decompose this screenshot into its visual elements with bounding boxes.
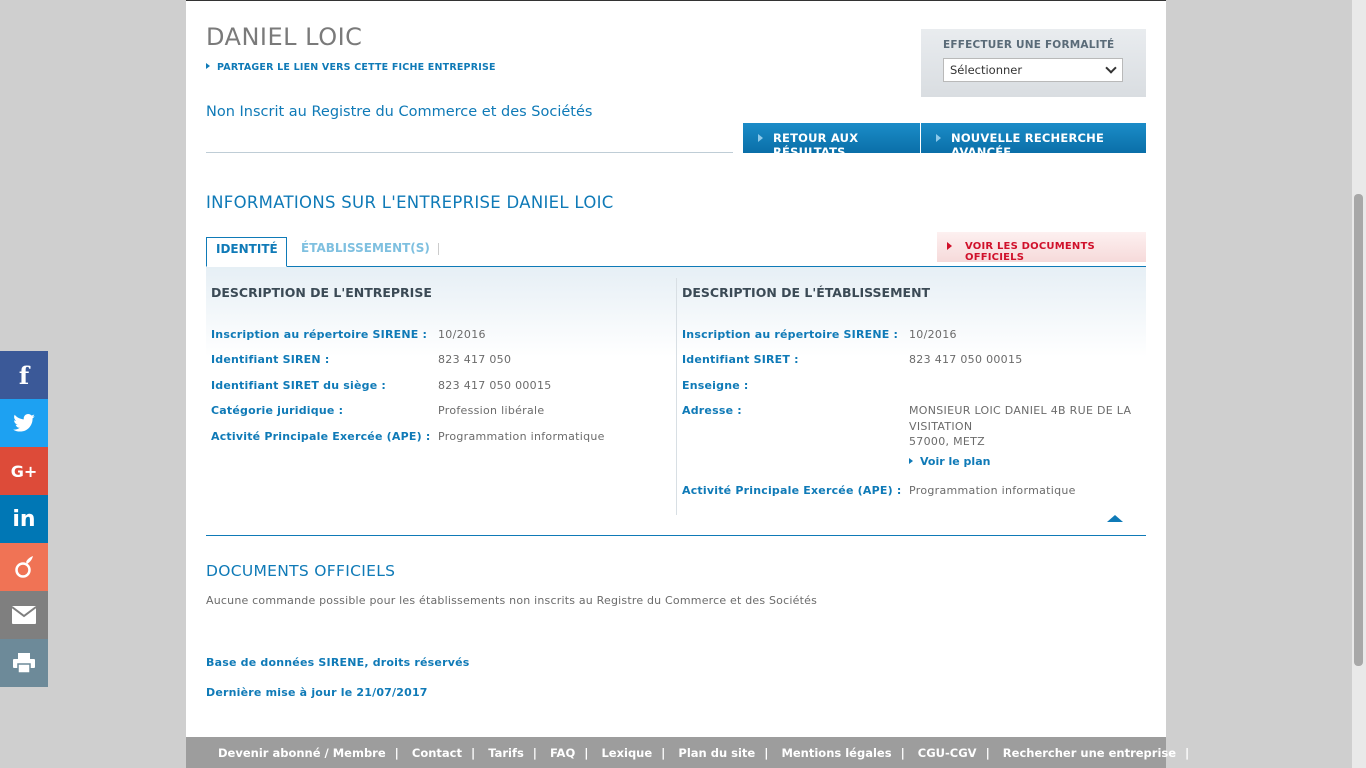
twitter-share-button[interactable] [0,399,48,447]
entreprise-label-categorie: Catégorie juridique : [211,404,344,417]
entreprise-label-sirene: Inscription au répertoire SIRENE : [211,328,428,341]
print-button[interactable] [0,639,48,687]
share-link-label: PARTAGER LE LIEN VERS CETTE FICHE ENTREP… [217,62,496,73]
facebook-share-button[interactable]: f [0,351,48,399]
tabs-divider [206,266,1146,267]
footer-link-rechercher[interactable]: Rechercher une entreprise [1003,746,1176,760]
arrow-right-icon [758,134,763,142]
email-share-button[interactable] [0,591,48,639]
section-divider [206,535,1146,536]
footer-separator: | [532,746,537,760]
footer-link-cgu[interactable]: CGU-CGV [918,746,977,760]
google-plus-icon: G+ [10,461,38,481]
share-link[interactable]: PARTAGER LE LIEN VERS CETTE FICHE ENTREP… [206,62,496,73]
column-divider [676,278,677,515]
scroll-to-top-icon[interactable] [1107,515,1123,522]
footer-link-faq[interactable]: FAQ [550,746,575,760]
section-title: INFORMATIONS SUR L'ENTREPRISE DANIEL LOI… [206,193,614,212]
etab-label-sirene: Inscription au répertoire SIRENE : [682,328,899,341]
formalite-select-value: Sélectionner [950,63,1023,77]
footer-link-contact[interactable]: Contact [412,746,462,760]
formalite-select[interactable]: Sélectionner [943,58,1123,82]
view-map-link[interactable]: Voir le plan [909,455,990,468]
documents-title: DOCUMENTS OFFICIELS [206,562,396,580]
etab-label-ape: Activité Principale Exercée (APE) : [682,484,902,497]
entreprise-value-siren: 823 417 050 [438,353,512,366]
view-map-label: Voir le plan [920,455,991,468]
google-plus-share-button[interactable]: G+ [0,447,48,495]
footer-link-tarifs[interactable]: Tarifs [488,746,524,760]
footer-link-plan[interactable]: Plan du site [678,746,755,760]
arrow-right-icon [947,242,952,250]
arrow-right-icon [206,63,210,69]
entreprise-value-ape: Programmation informatique [438,430,605,443]
company-name: DANIEL LOIC [206,23,363,51]
entreprise-value-siret-siege: 823 417 050 00015 [438,379,552,392]
tab-etablissements[interactable]: ÉTABLISSEMENT(S) [301,241,430,255]
footer-separator: | [1185,746,1190,760]
entreprise-label-siren: Identifiant SIREN : [211,353,330,366]
footer-separator: | [764,746,769,760]
footer-links: Devenir abonné / Membre | Contact | Tarifs… [186,737,1189,768]
entreprise-label-ape: Activité Principale Exercée (APE) : [211,430,431,443]
facebook-icon: f [18,360,30,390]
twitter-icon [13,414,35,432]
main-page: DANIEL LOIC PARTAGER LE LIEN VERS CETTE … [186,0,1166,768]
vertical-scrollbar[interactable] [1352,0,1366,768]
scrollbar-thumb[interactable] [1354,194,1363,666]
etab-value-sirene: 10/2016 [909,328,957,341]
tab-identite[interactable]: IDENTITÉ [206,237,287,267]
footer-separator: | [985,746,990,760]
chevron-down-icon [1105,62,1117,74]
new-search-button-label: NOUVELLE RECHERCHE AVANCÉE [951,131,1105,159]
entreprise-label-siret-siege: Identifiant SIRET du siège : [211,379,386,392]
last-update: Dernière mise à jour le 21/07/2017 [206,686,428,699]
documents-button-label: VOIR LES DOCUMENTS OFFICIELS [965,241,1095,263]
etab-value-adresse-3: 57000, METZ [909,435,985,448]
email-icon [12,606,36,624]
entreprise-value-sirene: 10/2016 [438,328,486,341]
footer-separator: | [661,746,666,760]
footer-separator: | [470,746,476,760]
etab-label-enseigne: Enseigne : [682,379,749,392]
view-official-documents-button[interactable]: VOIR LES DOCUMENTS OFFICIELS [937,232,1146,263]
divider [206,152,733,153]
tab-separator [438,243,439,255]
footer-separator: | [584,746,589,760]
arrow-right-icon [936,134,941,142]
etab-value-ape: Programmation informatique [909,484,1076,497]
entreprise-value-categorie: Profession libérale [438,404,545,417]
etab-label-adresse: Adresse : [682,404,742,417]
footer-link-mentions[interactable]: Mentions légales [781,746,891,760]
new-advanced-search-button[interactable]: NOUVELLE RECHERCHE AVANCÉE [921,123,1146,159]
etab-value-adresse-2: VISITATION [909,420,973,433]
print-icon [13,653,35,673]
footer-separator: | [394,746,399,760]
linkedin-share-button[interactable]: in [0,495,48,543]
database-source: Base de données SIRENE, droits réservés [206,656,470,669]
entreprise-title: DESCRIPTION DE L'ENTREPRISE [211,285,432,300]
linkedin-icon: in [12,506,36,532]
back-to-results-button[interactable]: RETOUR AUX RÉSULTATS [743,123,920,159]
arrow-right-icon [909,458,913,464]
formalite-panel: EFFECTUER UNE FORMALITÉ Sélectionner [921,29,1146,97]
back-button-label: RETOUR AUX RÉSULTATS [773,131,859,159]
etablissement-title: DESCRIPTION DE L'ÉTABLISSEMENT [682,285,931,300]
rcs-status: Non Inscrit au Registre du Commerce et d… [206,104,593,120]
documents-text: Aucune commande possible pour les établi… [206,594,817,607]
viadeo-share-button[interactable] [0,543,48,591]
etab-value-adresse-1: MONSIEUR LOIC DANIEL 4B RUE DE LA [909,404,1132,417]
footer-link-abonne[interactable]: Devenir abonné / Membre [218,746,386,760]
etab-value-siret: 823 417 050 00015 [909,353,1023,366]
footer-separator: | [900,746,905,760]
formalite-label: EFFECTUER UNE FORMALITÉ [943,39,1115,51]
etab-label-siret: Identifiant SIRET : [682,353,799,366]
footer-link-lexique[interactable]: Lexique [601,746,652,760]
viadeo-icon [15,556,33,578]
